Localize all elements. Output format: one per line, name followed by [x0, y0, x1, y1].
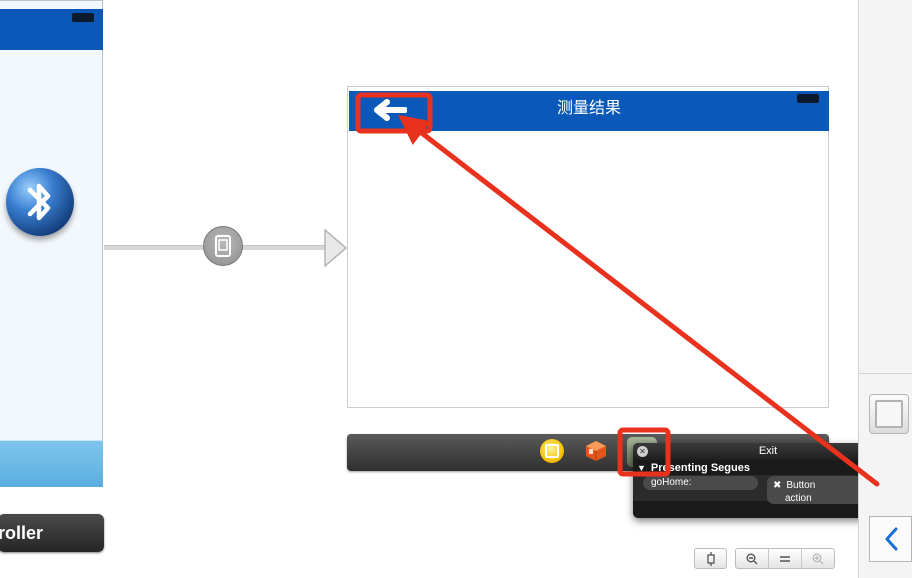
actual-size-icon [780, 555, 790, 562]
actual-size-button[interactable] [768, 549, 801, 568]
bluetooth-icon [6, 168, 74, 236]
remove-connection-icon[interactable]: ✖ [773, 480, 781, 491]
zoom-control-group [735, 548, 835, 569]
right-view-controller[interactable] [347, 86, 829, 408]
first-responder-icon[interactable] [540, 439, 564, 463]
battery-icon [797, 94, 819, 103]
fit-icon [706, 551, 715, 566]
action-method[interactable]: goHome: [643, 476, 758, 490]
fit-button[interactable] [694, 548, 727, 569]
zoom-in-button[interactable] [801, 549, 834, 568]
connection-source: Button [786, 480, 816, 491]
navigation-item-icon[interactable] [869, 516, 912, 562]
utility-divider [858, 373, 912, 374]
close-icon[interactable]: ✕ [637, 446, 648, 457]
popover-title: Exit [758, 445, 778, 457]
view-controller-cube-icon[interactable] [585, 440, 607, 462]
scene-name-text: roller [0, 523, 44, 543]
section-heading[interactable]: ▼ Presenting Segues [637, 461, 750, 475]
zoom-out-button[interactable] [736, 549, 768, 568]
zoom-out-icon [746, 553, 758, 564]
utility-panel [858, 0, 912, 578]
scene-name-label[interactable]: roller [0, 514, 104, 552]
left-view-controller[interactable] [0, 0, 103, 487]
battery-icon [72, 13, 94, 22]
device-segue-icon [215, 235, 231, 257]
left-tab-bar [0, 440, 103, 487]
navigation-title: 测量结果 [556, 100, 621, 117]
zoom-in-icon [812, 553, 824, 564]
disclosure-triangle-icon[interactable]: ▼ [637, 463, 646, 473]
segue-arrowhead [324, 229, 348, 267]
section-title: Presenting Segues [650, 462, 750, 474]
segue-icon[interactable] [203, 226, 243, 266]
view-object-icon[interactable] [869, 394, 909, 434]
right-navigation-bar: 测量结果 [349, 91, 829, 131]
